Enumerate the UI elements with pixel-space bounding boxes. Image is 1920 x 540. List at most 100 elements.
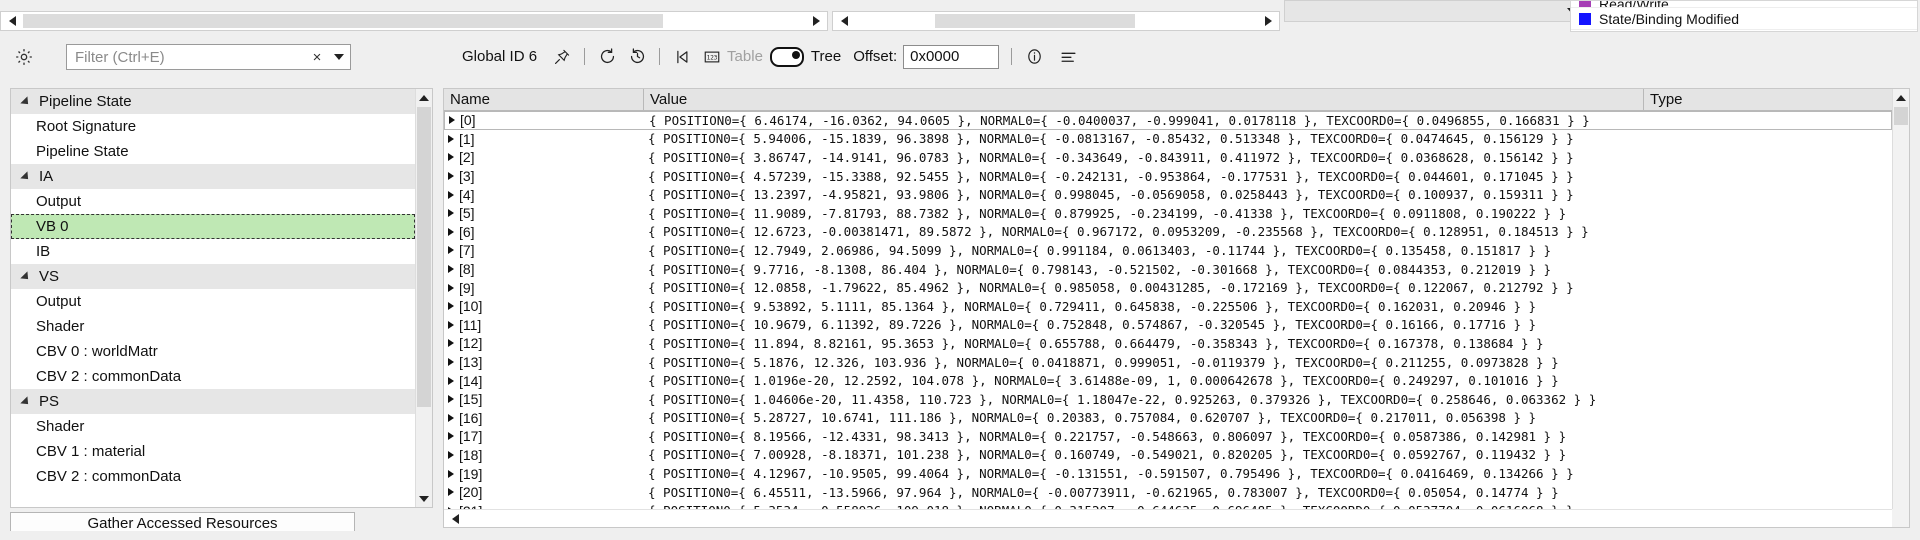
table-row[interactable]: [10] { POSITION0={ 9.53892, 5.1111, 85.13… [444,297,1892,316]
chevron-right-icon[interactable] [448,395,454,404]
sidebar-item-root-signature[interactable]: Root Signature [11,114,415,139]
chevron-right-icon[interactable] [448,153,454,162]
grid-body[interactable]: [0] { POSITION0={ 6.46174, -16.0362, 94.0… [444,111,1892,509]
table-row[interactable]: [11] { POSITION0={ 10.9679, 6.11392, 89.7… [444,316,1892,335]
search-input[interactable] [67,45,306,69]
go-to-start-icon[interactable] [667,42,697,72]
close-icon[interactable]: × [306,50,328,65]
sidebar-item-cbv-2-commondata[interactable]: CBV 2 : commonData [11,464,415,489]
sidebar-item-pipeline-state[interactable]: Pipeline State [11,139,415,164]
scroll-left-arrow-icon[interactable] [833,12,855,30]
scroll-thumb[interactable] [1894,107,1908,125]
grid-vertical-scrollbar[interactable] [1892,89,1909,509]
chevron-right-icon[interactable] [448,432,454,441]
table-row[interactable]: [5] { POSITION0={ 11.9089, -7.81793, 88.7… [444,204,1892,223]
table-row[interactable]: [17] { POSITION0={ 8.19566, -12.4331, 98.… [444,427,1892,446]
chevron-right-icon[interactable] [448,302,454,311]
table-row[interactable]: [16] { POSITION0={ 5.28727, 10.6741, 111.… [444,409,1892,428]
scroll-left-arrow-icon[interactable] [444,510,466,527]
sidebar-item-cbv-0-worldmatr[interactable]: CBV 0 : worldMatr [11,339,415,364]
sidebar-item-output[interactable]: Output [11,189,415,214]
table-row[interactable]: [15] { POSITION0={ 1.04606e-20, 11.4358, … [444,390,1892,409]
chevron-right-icon[interactable] [448,246,454,255]
tree-group-pipeline-state[interactable]: Pipeline State [11,89,415,114]
sidebar-item-cbv-1-material[interactable]: CBV 1 : material [11,439,415,464]
scroll-up-arrow-icon[interactable] [416,89,432,106]
pin-icon[interactable] [547,42,577,72]
table-row[interactable]: [20] { POSITION0={ 6.45511, -13.5966, 97.… [444,483,1892,502]
info-icon[interactable] [1019,42,1049,72]
history-clock-icon[interactable] [622,42,652,72]
table-row[interactable]: [13] { POSITION0={ 5.1876, 12.326, 103.93… [444,353,1892,372]
table-mode-label[interactable]: Table [727,48,763,65]
table-row[interactable]: [14] { POSITION0={ 1.0196e-20, 12.2592, 1… [444,371,1892,390]
tree-mode-label[interactable]: Tree [811,48,841,65]
grid-horizontal-scrollbar[interactable] [444,509,1892,527]
table-row[interactable]: [2] { POSITION0={ 3.86747, -14.9141, 96.0… [444,148,1892,167]
column-header-type[interactable]: Type [1644,89,1892,110]
table-row[interactable]: [9] { POSITION0={ 12.0858, -1.79622, 85.4… [444,278,1892,297]
offset-input[interactable] [904,45,999,68]
scroll-right-arrow-icon[interactable] [805,12,827,30]
sidebar-item-vb-0[interactable]: VB 0 [11,214,415,239]
panel-a-horizontal-scrollbar[interactable] [0,11,828,31]
sidebar-item-shader[interactable]: Shader [11,414,415,439]
sidebar-item-output[interactable]: Output [11,289,415,314]
column-header-name[interactable]: Name [444,89,644,110]
chevron-right-icon[interactable] [448,358,454,367]
table-row[interactable]: [7] { POSITION0={ 12.7949, 2.06986, 94.50… [444,241,1892,260]
scroll-up-arrow-icon[interactable] [1893,89,1909,106]
tree-group-ia[interactable]: IA [11,164,415,189]
tree-group-ps[interactable]: PS [11,389,415,414]
reset-circular-arrow-icon[interactable] [592,42,622,72]
tree-vertical-scrollbar[interactable] [415,89,432,507]
chevron-right-icon[interactable] [448,134,454,143]
column-header-value[interactable]: Value [644,89,1644,110]
table-row[interactable]: [19] { POSITION0={ 4.12967, -10.9505, 99.… [444,464,1892,483]
chevron-right-icon[interactable] [448,209,454,218]
sidebar-item-cbv-2-commondata[interactable]: CBV 2 : commonData [11,364,415,389]
chevron-right-icon[interactable] [448,190,454,199]
123-format-icon[interactable]: 123 [697,42,727,72]
sidebar-item-shader[interactable]: Shader [11,314,415,339]
chevron-right-icon[interactable] [448,450,454,459]
chevron-right-icon[interactable] [448,339,454,348]
scroll-track[interactable] [855,12,1257,30]
chevron-right-icon[interactable] [448,488,454,497]
chevron-right-icon[interactable] [448,469,454,478]
table-row[interactable]: [0] { POSITION0={ 6.46174, -16.0362, 94.0… [444,111,1892,130]
table-tree-toggle[interactable] [769,46,804,67]
table-row[interactable]: [3] { POSITION0={ 4.57239, -15.3388, 92.5… [444,167,1892,186]
chevron-right-icon[interactable] [448,227,454,236]
chevron-right-icon[interactable] [448,265,454,274]
scroll-left-arrow-icon[interactable] [1,12,23,30]
offset-field[interactable] [903,44,1000,69]
chevron-right-icon[interactable] [448,376,454,385]
table-row[interactable]: [6] { POSITION0={ 12.6723, -0.00381471, 8… [444,223,1892,242]
table-row[interactable]: [8] { POSITION0={ 9.7716, -8.1308, 86.404… [444,260,1892,279]
gear-icon[interactable] [12,45,36,69]
chevron-right-icon[interactable] [448,320,454,329]
tree-scroll-area[interactable]: Pipeline State Root Signature Pipeline Sta… [11,89,415,507]
panel-b-horizontal-scrollbar[interactable] [832,11,1280,31]
scroll-thumb[interactable] [417,107,431,407]
table-row[interactable]: [18] { POSITION0={ 7.00928, -8.18371, 101… [444,446,1892,465]
chevron-right-icon[interactable] [448,413,454,422]
table-row[interactable]: [12] { POSITION0={ 11.894, 8.82161, 95.36… [444,334,1892,353]
filter-field[interactable]: × [66,44,351,70]
table-row[interactable]: [4] { POSITION0={ 13.2397, -4.95821, 93.9… [444,185,1892,204]
scroll-track[interactable] [23,12,805,30]
chevron-right-icon[interactable] [449,116,455,125]
chevron-right-icon[interactable] [448,283,454,292]
scroll-down-arrow-icon[interactable] [416,490,432,507]
tree-group-vs[interactable]: VS [11,264,415,289]
scroll-right-arrow-icon[interactable] [1257,12,1279,30]
sidebar-item-ib[interactable]: IB [11,239,415,264]
chevron-right-icon[interactable] [448,172,454,181]
scroll-thumb[interactable] [23,14,663,28]
hamburger-menu-icon[interactable] [1053,42,1083,72]
scroll-thumb[interactable] [935,14,1135,28]
table-row[interactable]: [1] { POSITION0={ 5.94006, -15.1839, 96.3… [444,130,1892,149]
chevron-down-icon[interactable] [328,54,350,60]
table-row[interactable]: [21]{ POSITION0={ 5.3534, -0.558926, 109… [444,501,1892,509]
